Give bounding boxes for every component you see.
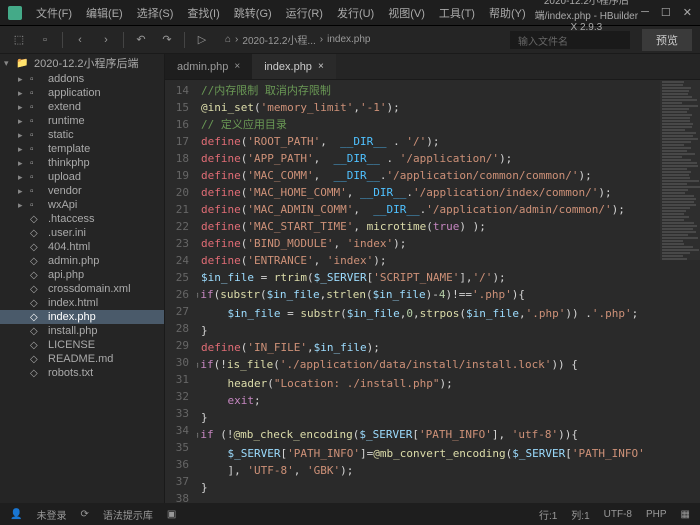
window-title: 2020-12.2小程序后端/index.php - HBuilder X 2.… [532, 0, 641, 33]
menu-item[interactable]: 选择(S) [131, 3, 180, 23]
redo-icon[interactable]: ↷ [156, 30, 178, 50]
tree-file[interactable]: ◇robots.txt [0, 366, 164, 380]
editor-area: admin.php×index.php× 14 15 16 17 18 19 2… [165, 54, 700, 503]
tree-folder[interactable]: ▸▫upload [0, 170, 164, 184]
tree-file[interactable]: ◇admin.php [0, 254, 164, 268]
menu-item[interactable]: 帮助(Y) [483, 3, 532, 23]
tree-folder[interactable]: ▸▫thinkphp [0, 156, 164, 170]
user-icon[interactable]: 👤 [10, 509, 22, 520]
tree-folder[interactable]: ▸▫template [0, 142, 164, 156]
tree-folder[interactable]: ▸▫vendor [0, 184, 164, 198]
menu-item[interactable]: 文件(F) [30, 3, 78, 23]
tree-folder[interactable]: ▸▫static [0, 128, 164, 142]
encoding[interactable]: UTF-8 [604, 509, 632, 520]
preview-button[interactable]: 预览 [642, 29, 692, 51]
toggle-sidebar-icon[interactable]: ⬚ [8, 30, 30, 50]
tree-folder[interactable]: ▸▫wxApi [0, 198, 164, 212]
editor-tabs: admin.php×index.php× [165, 54, 700, 80]
minimap[interactable] [660, 80, 700, 260]
menu-item[interactable]: 发行(U) [331, 3, 380, 23]
app-logo [8, 6, 22, 20]
line-indicator[interactable]: 行:1 [539, 507, 557, 522]
tree-folder[interactable]: ▸▫extend [0, 100, 164, 114]
undo-icon[interactable]: ↶ [130, 30, 152, 50]
tree-file[interactable]: ◇.user.ini [0, 226, 164, 240]
editor-tab[interactable]: admin.php× [165, 54, 252, 79]
language[interactable]: PHP [646, 509, 667, 520]
tree-file[interactable]: ◇install.php [0, 324, 164, 338]
tree-folder[interactable]: ▸▫runtime [0, 114, 164, 128]
tree-file[interactable]: ◇README.md [0, 352, 164, 366]
code-editor[interactable]: 14 15 16 17 18 19 20 21 22 23 24 25 26 2… [165, 80, 700, 503]
tree-file[interactable]: ◇api.php [0, 268, 164, 282]
syntax-label[interactable]: 语法提示库 [103, 507, 153, 522]
file-explorer[interactable]: ▾📁2020-12.2小程序后端▸▫addons▸▫application▸▫e… [0, 54, 165, 503]
tree-folder[interactable]: ▸▫addons [0, 72, 164, 86]
tree-file[interactable]: ◇LICENSE [0, 338, 164, 352]
titlebar: 文件(F)编辑(E)选择(S)查找(I)跳转(G)运行(R)发行(U)视图(V)… [0, 0, 700, 26]
login-status[interactable]: 未登录 [36, 507, 66, 522]
menu-item[interactable]: 工具(T) [433, 3, 481, 23]
menu-item[interactable]: 查找(I) [181, 3, 225, 23]
tree-file[interactable]: ◇.htaccess [0, 212, 164, 226]
editor-tab[interactable]: index.php× [252, 54, 336, 79]
maximize-button[interactable]: ☐ [661, 6, 671, 19]
close-icon[interactable]: × [234, 61, 240, 72]
menu-item[interactable]: 编辑(E) [80, 3, 129, 23]
col-indicator[interactable]: 列:1 [571, 507, 589, 522]
search-input[interactable]: 输入文件名 [510, 31, 630, 49]
run-icon[interactable]: ▷ [191, 30, 213, 50]
new-file-icon[interactable]: ▫ [34, 30, 56, 50]
forward-icon[interactable]: › [95, 30, 117, 50]
menu-item[interactable]: 视图(V) [382, 3, 431, 23]
terminal-icon[interactable]: ▣ [167, 509, 176, 520]
sync-icon[interactable]: ⟳ [80, 509, 88, 520]
close-button[interactable]: ✕ [683, 6, 692, 19]
line-gutter: 14 15 16 17 18 19 20 21 22 23 24 25 26 2… [165, 80, 197, 503]
toolbar: ⬚ ▫ ‹ › ↶ ↷ ▷ ⌂ › 2020-12.2小程... › index… [0, 26, 700, 54]
grid-icon[interactable]: ▦ [681, 509, 690, 520]
close-icon[interactable]: × [318, 61, 324, 72]
tree-file[interactable]: ◇404.html [0, 240, 164, 254]
home-icon[interactable]: ⌂ [225, 34, 231, 45]
back-icon[interactable]: ‹ [69, 30, 91, 50]
code-lines[interactable]: //内存限制 取消内存限制 @ini_set('memory_limit','-… [197, 80, 700, 503]
tree-file[interactable]: ◇index.php [0, 310, 164, 324]
minimize-button[interactable]: ─ [641, 6, 649, 19]
tree-folder[interactable]: ▸▫application [0, 86, 164, 100]
menu-bar: 文件(F)编辑(E)选择(S)查找(I)跳转(G)运行(R)发行(U)视图(V)… [30, 3, 532, 23]
tree-file[interactable]: ◇crossdomain.xml [0, 282, 164, 296]
menu-item[interactable]: 运行(R) [280, 3, 329, 23]
menu-item[interactable]: 跳转(G) [228, 3, 278, 23]
breadcrumb: ⌂ › 2020-12.2小程... › index.php [225, 32, 370, 47]
status-bar: 👤 未登录 ⟳ 语法提示库 ▣ 行:1 列:1 UTF-8 PHP ▦ [0, 503, 700, 525]
window-controls: ─ ☐ ✕ [641, 6, 692, 19]
tree-file[interactable]: ◇index.html [0, 296, 164, 310]
tree-root[interactable]: ▾📁2020-12.2小程序后端 [0, 54, 164, 72]
